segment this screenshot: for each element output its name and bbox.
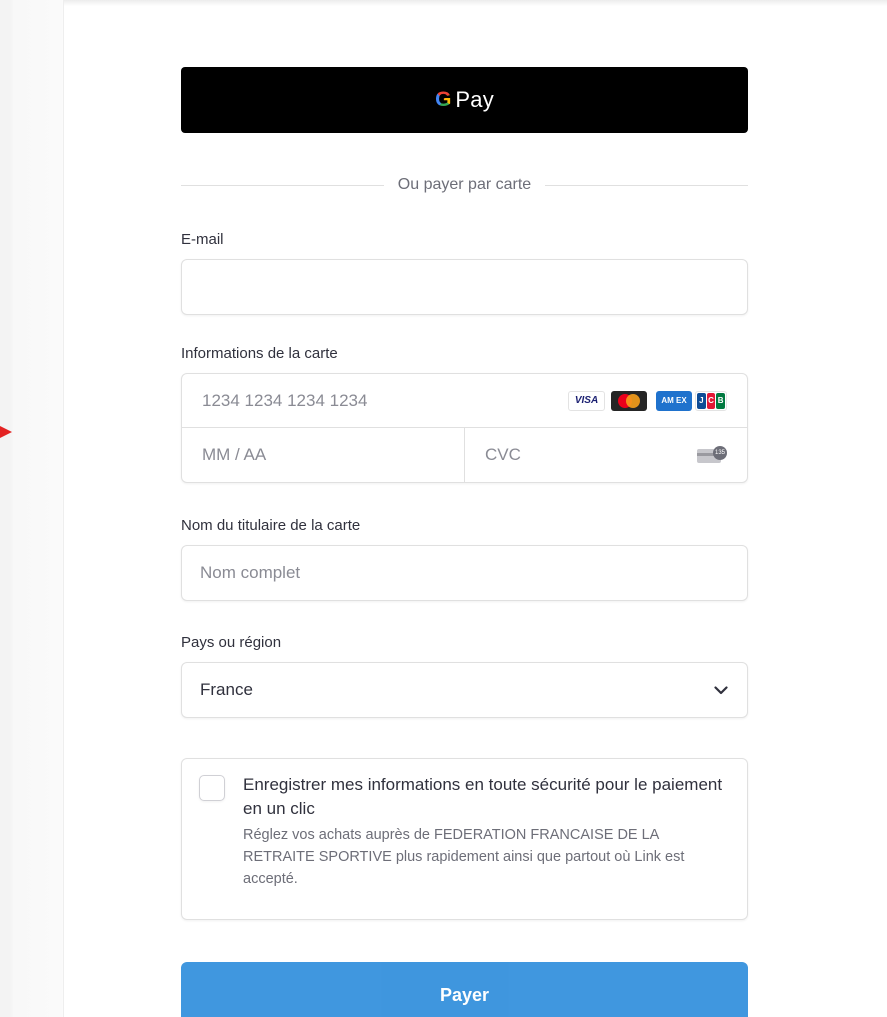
card-brands: VISA AM EX J C B	[568, 390, 727, 411]
link-description: Réglez vos achats auprès de FEDERATION F…	[243, 827, 685, 887]
google-pay-button[interactable]: G Pay	[181, 67, 748, 133]
card-row-expiry-cvc: MM / AA CVC 135	[182, 428, 747, 482]
cardholder-name-field[interactable]: Nom complet	[181, 545, 748, 601]
card-section: Informations de la carte 1234 1234 1234 …	[181, 345, 748, 483]
divider-line-right	[545, 184, 748, 186]
divider-line-left	[181, 184, 384, 186]
expiry-field[interactable]: MM / AA	[182, 428, 465, 482]
link-save-info-box: Enregistrer mes informations en toute sé…	[181, 758, 748, 920]
mastercard-icon	[611, 390, 647, 411]
cvc-placeholder: CVC	[485, 445, 521, 464]
email-section: E-mail	[181, 231, 748, 315]
country-value: France	[200, 680, 253, 699]
card-number-placeholder: 1234 1234 1234 1234	[202, 390, 368, 410]
email-field[interactable]	[181, 259, 748, 315]
card-info-label: Informations de la carte	[181, 345, 338, 362]
window-top-edge	[0, 0, 887, 6]
visa-icon: VISA	[568, 390, 605, 411]
google-pay-label: Pay	[455, 87, 494, 112]
amex-icon: AM EX	[656, 390, 692, 411]
cardholder-section: Nom du titulaire de la carte Nom complet	[181, 517, 748, 601]
card-input-group: 1234 1234 1234 1234 VISA AM EX J C B MM …	[181, 373, 748, 483]
country-section: Pays ou région France	[181, 634, 748, 718]
card-number-field[interactable]: 1234 1234 1234 1234 VISA AM EX J C B	[182, 374, 747, 428]
jcb-icon: J C B	[695, 390, 727, 411]
or-pay-by-card-divider: Ou payer par carte	[181, 175, 748, 195]
expiry-placeholder: MM / AA	[202, 445, 267, 464]
link-text-block: Enregistrer mes informations en toute sé…	[243, 773, 730, 905]
email-label: E-mail	[181, 231, 224, 248]
save-info-checkbox[interactable]	[199, 775, 225, 801]
country-label: Pays ou région	[181, 634, 282, 651]
red-arrow-indicator	[0, 426, 12, 438]
cardholder-label: Nom du titulaire de la carte	[181, 517, 361, 534]
link-title: Enregistrer mes informations en toute sé…	[243, 775, 723, 818]
divider-text: Ou payer par carte	[397, 176, 532, 193]
country-select[interactable]: France	[181, 662, 748, 718]
pay-button[interactable]: Payer	[181, 962, 748, 1017]
cardholder-placeholder: Nom complet	[200, 563, 301, 582]
payment-form: G Pay Ou payer par carte E-mail Informat…	[181, 67, 748, 1017]
cvc-field[interactable]: CVC 135	[465, 428, 747, 482]
cvc-card-icon: 135	[697, 446, 729, 464]
google-g-icon: G	[435, 88, 452, 111]
chevron-down-icon	[713, 682, 729, 698]
left-panel-edge	[0, 0, 64, 1017]
